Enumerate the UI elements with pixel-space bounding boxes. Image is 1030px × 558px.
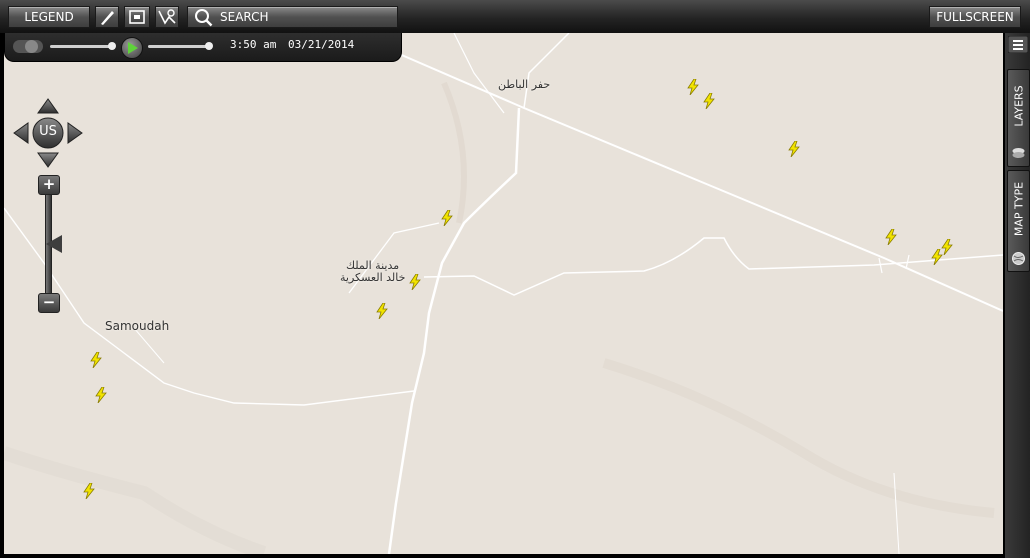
speed-slider-knob[interactable] — [108, 42, 116, 50]
city-label-hafr-albatin: حفر الباطن — [498, 78, 551, 91]
search-label: SEARCH — [220, 10, 269, 24]
play-icon — [128, 42, 138, 54]
tab-map-type[interactable]: MAP TYPE — [1007, 170, 1030, 272]
menu-icon — [1007, 35, 1029, 54]
play-button[interactable] — [121, 37, 143, 59]
lightning-icon[interactable] — [83, 483, 95, 499]
zoom-out-button[interactable]: − — [38, 293, 60, 313]
layers-icon — [1012, 148, 1025, 158]
lightning-icon[interactable] — [885, 229, 897, 245]
draw-button[interactable] — [95, 6, 119, 28]
lightning-icon[interactable] — [409, 274, 421, 290]
lightning-icon[interactable] — [788, 141, 800, 157]
search-icon — [195, 9, 213, 27]
measure-button[interactable] — [155, 6, 179, 28]
zoom-slider[interactable]: + − — [35, 175, 62, 321]
lightning-icon[interactable] — [376, 303, 388, 319]
tab-layers-label: LAYERS — [1012, 85, 1025, 127]
map-canvas[interactable]: حفر الباطن مدينة الملك خالد العسكرية Sam… — [4, 33, 1003, 554]
print-button[interactable] — [124, 6, 150, 28]
search-button[interactable]: SEARCH — [187, 6, 398, 28]
menu-button[interactable] — [1007, 35, 1029, 54]
pan-control[interactable]: US — [12, 97, 84, 169]
city-label-samoudah: Samoudah — [105, 319, 170, 333]
print-icon — [129, 10, 145, 24]
lightning-icon[interactable] — [90, 352, 102, 368]
timeline-date: 03/21/2014 — [288, 38, 355, 51]
lightning-icon[interactable] — [95, 387, 107, 403]
pencil-icon — [101, 11, 114, 25]
city-label-kkmc-2: خالد العسكرية — [340, 271, 406, 284]
top-toolbar: LEGEND SEARCH FULLSCREEN — [0, 0, 1030, 34]
time-slider-track[interactable] — [148, 45, 210, 48]
fullscreen-button[interactable]: FULLSCREEN — [929, 6, 1021, 28]
legend-button[interactable]: LEGEND — [8, 6, 90, 28]
lightning-icon[interactable] — [441, 210, 453, 226]
lightning-icon[interactable] — [687, 79, 699, 95]
time-slider-knob[interactable] — [205, 42, 213, 50]
loop-toggle[interactable] — [13, 40, 43, 53]
right-panel: LAYERS MAP TYPE — [1004, 33, 1030, 558]
lightning-icon[interactable] — [941, 239, 953, 255]
map-measure-icon — [158, 9, 176, 25]
tab-map-type-label: MAP TYPE — [1012, 181, 1025, 237]
timeline-time: 3:50 am — [230, 38, 277, 51]
zoom-in-button[interactable]: + — [38, 175, 60, 195]
speed-slider-track[interactable] — [50, 45, 112, 48]
lightning-icon[interactable] — [703, 93, 715, 109]
zoom-handle[interactable] — [46, 235, 62, 253]
animation-timeline: 3:50 am 03/21/2014 — [4, 33, 402, 62]
map-roads — [4, 33, 1003, 554]
loop-toggle-knob — [25, 40, 38, 53]
pan-center-label[interactable]: US — [12, 124, 84, 139]
globe-icon — [1012, 252, 1025, 265]
tab-layers[interactable]: LAYERS — [1007, 69, 1030, 167]
